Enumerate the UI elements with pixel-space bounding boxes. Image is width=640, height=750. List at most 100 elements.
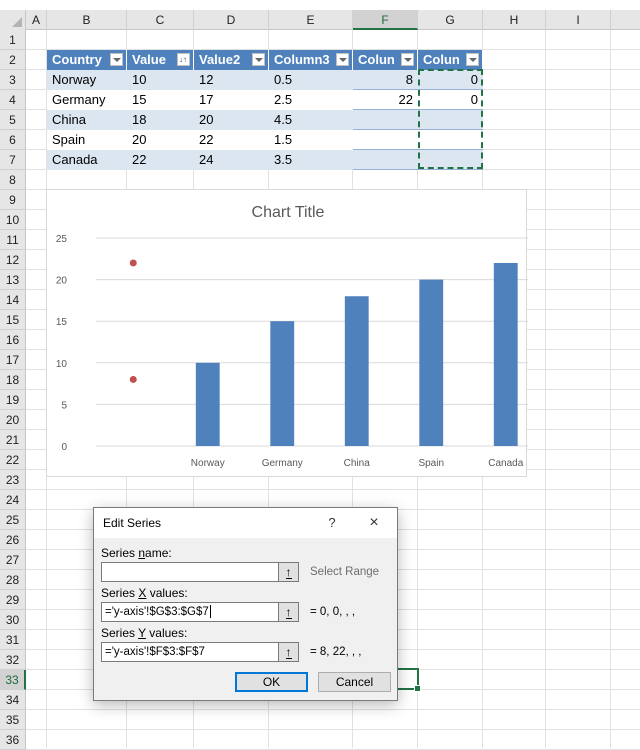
row-header-30[interactable]: 30 (0, 610, 26, 630)
column-header-g[interactable]: G (418, 10, 483, 30)
ok-button[interactable]: OK (235, 672, 308, 692)
row-header-17[interactable]: 17 (0, 350, 26, 370)
table-cell[interactable]: 1.5 (269, 130, 353, 150)
row-header-7[interactable]: 7 (0, 150, 26, 170)
row-header-22[interactable]: 22 (0, 450, 26, 470)
row-header-10[interactable]: 10 (0, 210, 26, 230)
close-button[interactable]: × (362, 513, 386, 533)
column-header-e[interactable]: E (269, 10, 353, 30)
row-header-35[interactable]: 35 (0, 710, 26, 730)
table-header-cell[interactable]: Value (127, 50, 194, 70)
table-header-cell[interactable]: Column3 (269, 50, 353, 70)
row-header-14[interactable]: 14 (0, 290, 26, 310)
row-header-34[interactable]: 34 (0, 690, 26, 710)
table-cell[interactable]: 3.5 (269, 150, 353, 170)
chart-title[interactable]: Chart Title (252, 204, 325, 221)
dialog-titlebar[interactable]: Edit Series ? × (94, 508, 397, 538)
bar-canada[interactable] (493, 262, 518, 446)
series-y-collapse-button[interactable]: ↑ (279, 642, 299, 662)
filter-dropdown-icon[interactable] (336, 53, 349, 66)
table-cell[interactable]: 18 (127, 110, 194, 130)
series-name-collapse-button[interactable]: ↑ (279, 562, 299, 582)
row-header-9[interactable]: 9 (0, 190, 26, 210)
filter-dropdown-icon[interactable] (466, 53, 479, 66)
column-header-h[interactable]: H (483, 10, 546, 30)
fill-handle[interactable] (414, 685, 421, 692)
row-header-5[interactable]: 5 (0, 110, 26, 130)
row-header-18[interactable]: 18 (0, 370, 26, 390)
row-header-13[interactable]: 13 (0, 270, 26, 290)
row-header-31[interactable]: 31 (0, 630, 26, 650)
series-x-collapse-button[interactable]: ↑ (279, 602, 299, 622)
row-header-23[interactable]: 23 (0, 470, 26, 490)
table-cell[interactable]: 22 (353, 90, 418, 110)
table-cell[interactable] (353, 110, 418, 130)
bar-germany[interactable] (270, 321, 295, 446)
scatter-point[interactable] (129, 259, 137, 267)
scatter-point[interactable] (129, 375, 137, 383)
column-header-a[interactable]: A (26, 10, 47, 30)
table-cell[interactable]: 2.5 (269, 90, 353, 110)
table-cell[interactable]: 22 (127, 150, 194, 170)
help-button[interactable]: ? (322, 513, 342, 533)
table-cell[interactable]: Germany (47, 90, 127, 110)
row-header-25[interactable]: 25 (0, 510, 26, 530)
table-cell[interactable]: Canada (47, 150, 127, 170)
row-header-12[interactable]: 12 (0, 250, 26, 270)
row-header-2[interactable]: 2 (0, 50, 26, 70)
row-header-28[interactable]: 28 (0, 570, 26, 590)
row-header-4[interactable]: 4 (0, 90, 26, 110)
table-cell[interactable]: 15 (127, 90, 194, 110)
row-header-3[interactable]: 3 (0, 70, 26, 90)
row-header-16[interactable]: 16 (0, 330, 26, 350)
table-cell[interactable]: 20 (127, 130, 194, 150)
table-cell[interactable] (353, 150, 418, 170)
row-header-27[interactable]: 27 (0, 550, 26, 570)
select-all-button[interactable] (0, 10, 26, 30)
table-cell[interactable]: 20 (194, 110, 269, 130)
row-header-33[interactable]: 33 (0, 670, 26, 690)
row-header-32[interactable]: 32 (0, 650, 26, 670)
row-header-26[interactable]: 26 (0, 530, 26, 550)
table-cell[interactable]: 10 (127, 70, 194, 90)
bar-spain[interactable] (419, 279, 444, 446)
sort-filter-icon[interactable] (177, 53, 190, 66)
row-header-36[interactable]: 36 (0, 730, 26, 750)
row-header-6[interactable]: 6 (0, 130, 26, 150)
column-header-b[interactable]: B (47, 10, 127, 30)
filter-dropdown-icon[interactable] (401, 53, 414, 66)
series-name-input[interactable] (101, 562, 279, 582)
column-header-c[interactable]: C (127, 10, 194, 30)
series-y-input[interactable]: ='y-axis'!$F$3:$F$7 (101, 642, 279, 662)
cancel-button[interactable]: Cancel (318, 672, 391, 692)
row-header-21[interactable]: 21 (0, 430, 26, 450)
filter-dropdown-icon[interactable] (252, 53, 265, 66)
row-header-20[interactable]: 20 (0, 410, 26, 430)
table-cell[interactable]: 17 (194, 90, 269, 110)
table-header-cell[interactable]: Value2 (194, 50, 269, 70)
series-x-input[interactable]: ='y-axis'!$G$3:$G$7 (101, 602, 279, 622)
table-cell[interactable] (353, 130, 418, 150)
bar-norway[interactable] (195, 362, 220, 446)
table-cell[interactable]: 22 (194, 130, 269, 150)
row-header-11[interactable]: 11 (0, 230, 26, 250)
row-header-29[interactable]: 29 (0, 590, 26, 610)
column-header-d[interactable]: D (194, 10, 269, 30)
table-cell[interactable]: 8 (353, 70, 418, 90)
row-header-24[interactable]: 24 (0, 490, 26, 510)
chart[interactable]: Chart Title 0 5 10 15 20 25 Norway Germany China S… (46, 189, 528, 477)
column-header-i[interactable]: I (546, 10, 611, 30)
row-header-15[interactable]: 15 (0, 310, 26, 330)
table-cell[interactable]: Norway (47, 70, 127, 90)
table-cell[interactable]: 0.5 (269, 70, 353, 90)
table-cell[interactable]: 24 (194, 150, 269, 170)
column-header-f[interactable]: F (353, 10, 418, 30)
row-header-8[interactable]: 8 (0, 170, 26, 190)
filter-dropdown-icon[interactable] (110, 53, 123, 66)
table-cell[interactable]: Spain (47, 130, 127, 150)
table-header-cell[interactable]: Colun (353, 50, 418, 70)
table-cell[interactable]: China (47, 110, 127, 130)
row-header-19[interactable]: 19 (0, 390, 26, 410)
table-cell[interactable]: 4.5 (269, 110, 353, 130)
table-cell[interactable]: 12 (194, 70, 269, 90)
